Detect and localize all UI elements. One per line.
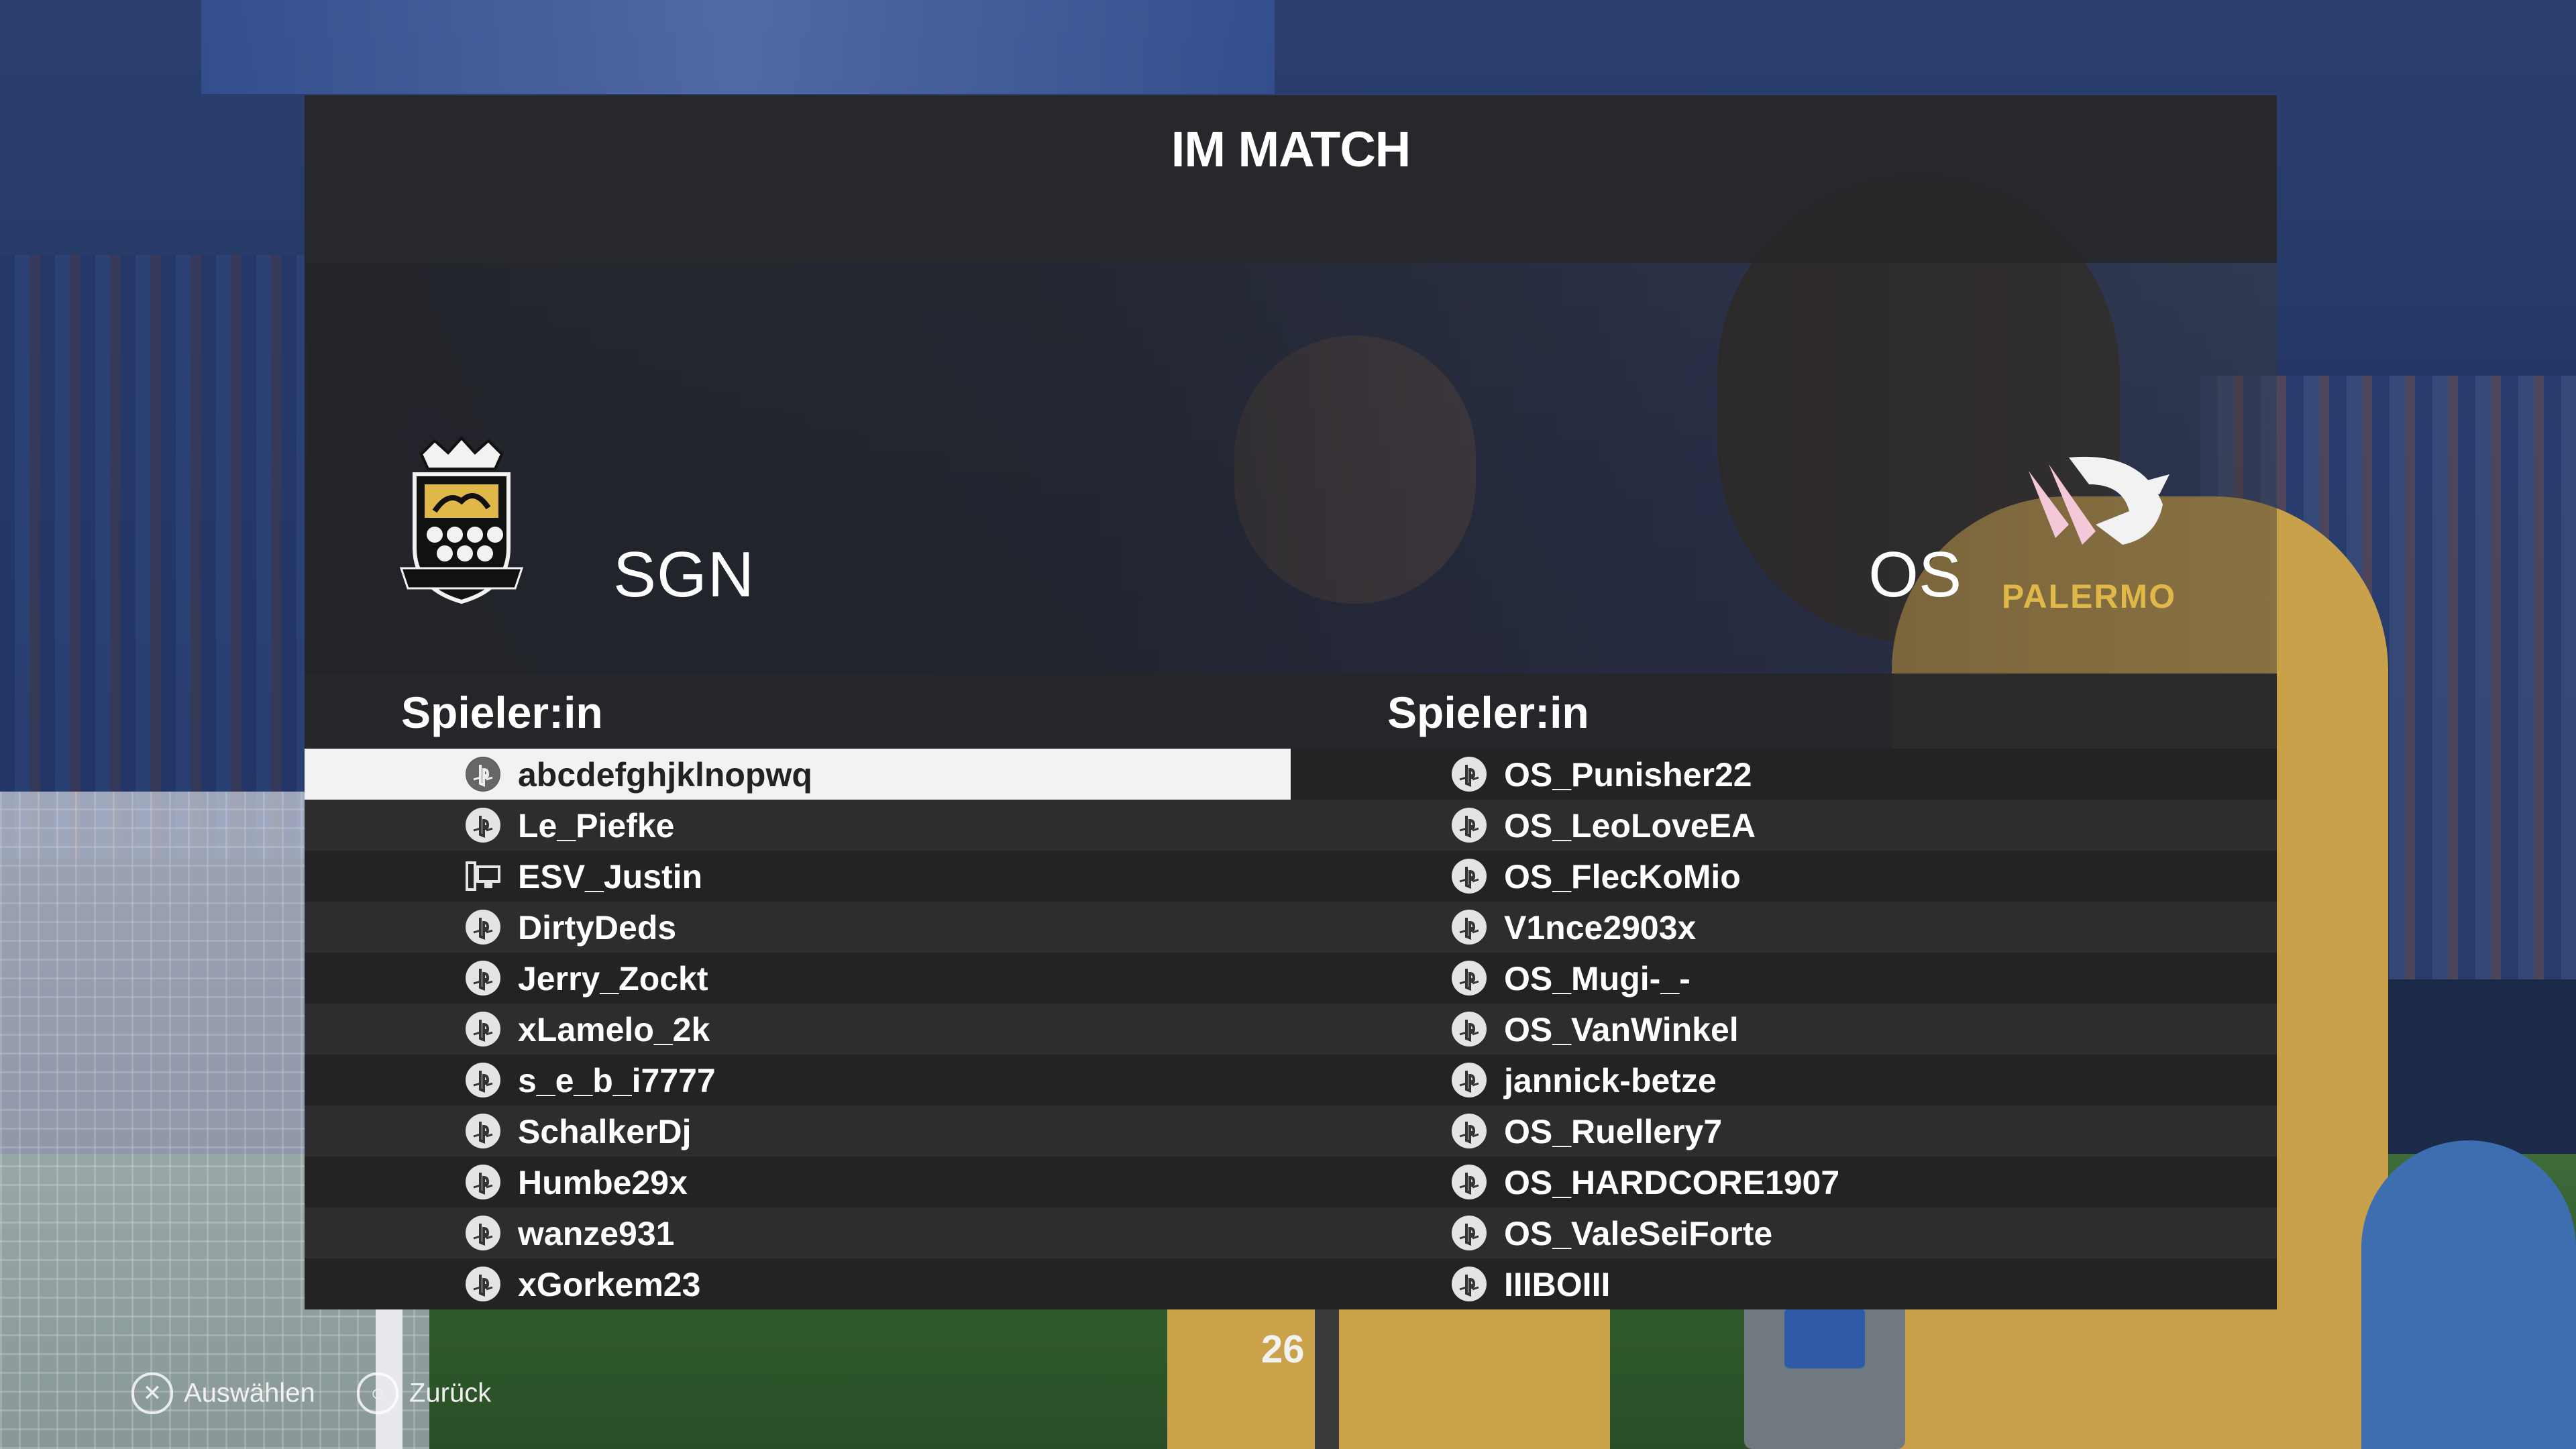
- player-row[interactable]: xLamelo_2k: [305, 1004, 1291, 1055]
- player-row[interactable]: wanze931: [305, 1208, 1291, 1258]
- player-row[interactable]: s_e_b_i7777: [305, 1055, 1291, 1106]
- playstation-icon: [466, 1267, 500, 1301]
- away-list-header: Spieler:in: [1291, 674, 2277, 749]
- playstation-icon: [1452, 1165, 1487, 1199]
- home-team-code: SGN: [613, 539, 755, 610]
- player-row[interactable]: Humbe29x: [305, 1157, 1291, 1208]
- page-title: IM MATCH: [1171, 121, 1411, 177]
- home-player-list: abcdefghjklnopwq Le_Piefke ESV_Justin Dirty…: [305, 749, 1291, 1309]
- player-row[interactable]: Le_Piefke: [305, 800, 1291, 851]
- away-logo: PALERMO: [1988, 444, 2190, 625]
- player-name: OS_LeoLoveEA: [1504, 807, 1756, 845]
- player-row[interactable]: OS_VanWinkel: [1291, 1004, 2277, 1055]
- player-row[interactable]: OS_HARDCORE1907: [1291, 1157, 2277, 1208]
- home-crest-icon: [399, 436, 524, 604]
- playstation-icon: [1452, 1114, 1487, 1148]
- playstation-icon: [466, 1012, 500, 1046]
- player-name: jannick-betze: [1504, 1062, 1717, 1099]
- player-name: OS_Punisher22: [1504, 756, 1752, 794]
- playstation-icon: [466, 1165, 500, 1199]
- playstation-icon: [1452, 1063, 1487, 1097]
- player-name: OS_ValeSeiForte: [1504, 1215, 1773, 1252]
- home-list-header: Spieler:in: [305, 674, 1291, 749]
- playstation-icon: [466, 1063, 500, 1097]
- stand-left: [0, 255, 309, 859]
- player-name: Jerry_Zockt: [518, 960, 708, 998]
- player-name: V1nce2903x: [1504, 909, 1697, 947]
- eagle-icon: [2029, 456, 2169, 545]
- circle-button-icon: ○: [357, 1373, 398, 1414]
- playstation-icon: [1452, 1012, 1487, 1046]
- player-row[interactable]: OS_Punisher22: [1291, 749, 2277, 800]
- select-label: Auswählen: [184, 1378, 315, 1408]
- back-label: Zurück: [409, 1378, 492, 1408]
- player-row[interactable]: Jerry_Zockt: [305, 953, 1291, 1004]
- away-column-header: Spieler:in: [1387, 688, 1589, 737]
- player-name: OS_Mugi-_-: [1504, 960, 1690, 998]
- player-name: IIIBOIII: [1504, 1266, 1611, 1303]
- playstation-icon: [1452, 961, 1487, 996]
- player-name: abcdefghjklnopwq: [518, 756, 812, 794]
- title-bar: IM MATCH: [305, 95, 2277, 263]
- battery-label: [1784, 1308, 1865, 1368]
- playstation-icon: [1452, 910, 1487, 945]
- player-name: OS_FlecKoMio: [1504, 858, 1741, 896]
- playstation-icon: [466, 808, 500, 843]
- player-row[interactable]: SchalkerDj: [305, 1106, 1291, 1157]
- player-row[interactable]: OS_Ruellery7: [1291, 1106, 2277, 1157]
- home-column-header: Spieler:in: [401, 688, 603, 737]
- player-name: xLamelo_2k: [518, 1011, 710, 1049]
- playstation-icon: [466, 961, 500, 996]
- playstation-icon: [466, 1114, 500, 1148]
- player-name: SchalkerDj: [518, 1113, 692, 1150]
- playstation-icon: [1452, 1216, 1487, 1250]
- team-header: SGN OS PALERMO: [305, 263, 2277, 674]
- playstation-icon: [1452, 859, 1487, 894]
- page-indicator: 26: [1261, 1328, 1305, 1371]
- player-name: xGorkem23: [518, 1266, 701, 1303]
- playstation-icon: [466, 910, 500, 945]
- player-name: ESV_Justin: [518, 858, 703, 896]
- player-row[interactable]: DirtyDeds: [305, 902, 1291, 953]
- player-row[interactable]: OS_ValeSeiForte: [1291, 1208, 2277, 1258]
- player-name: OS_HARDCORE1907: [1504, 1164, 1840, 1201]
- player-row[interactable]: abcdefghjklnopwq: [305, 749, 1291, 800]
- player-name: DirtyDeds: [518, 909, 677, 947]
- player-name: wanze931: [518, 1215, 675, 1252]
- away-team-code: OS: [1868, 539, 1962, 610]
- player-name: s_e_b_i7777: [518, 1062, 716, 1099]
- player-row[interactable]: OS_FlecKoMio: [1291, 851, 2277, 902]
- playstation-icon: [1452, 808, 1487, 843]
- away-logo-text: PALERMO: [2001, 578, 2177, 615]
- stadium-roof: [201, 0, 1275, 94]
- player-row[interactable]: ESV_Justin: [305, 851, 1291, 902]
- playstation-icon: [1452, 1267, 1487, 1301]
- player-name: OS_Ruellery7: [1504, 1113, 1723, 1150]
- match-panel: IM MATCH SGN OS PALERMO Spieler:in Spiel…: [305, 95, 2277, 1309]
- player-name: Humbe29x: [518, 1164, 688, 1201]
- back-hint[interactable]: ○ Zurück: [357, 1373, 491, 1414]
- pc-icon: [466, 859, 500, 894]
- player-name: OS_VanWinkel: [1504, 1011, 1739, 1049]
- background-person: [2361, 1140, 2576, 1449]
- player-row[interactable]: V1nce2903x: [1291, 902, 2277, 953]
- playstation-icon: [466, 757, 500, 792]
- away-player-list: OS_Punisher22 OS_LeoLoveEA OS_FlecKoMio V1n…: [1291, 749, 2277, 1309]
- select-hint[interactable]: ✕ Auswählen: [131, 1373, 315, 1414]
- playstation-icon: [466, 1216, 500, 1250]
- player-row[interactable]: OS_LeoLoveEA: [1291, 800, 2277, 851]
- player-row[interactable]: jannick-betze: [1291, 1055, 2277, 1106]
- playstation-icon: [1452, 757, 1487, 792]
- player-row[interactable]: IIIBOIII: [1291, 1258, 2277, 1309]
- player-row[interactable]: OS_Mugi-_-: [1291, 953, 2277, 1004]
- player-name: Le_Piefke: [518, 807, 675, 845]
- player-row[interactable]: xGorkem23: [305, 1258, 1291, 1309]
- cross-button-icon: ✕: [131, 1373, 173, 1414]
